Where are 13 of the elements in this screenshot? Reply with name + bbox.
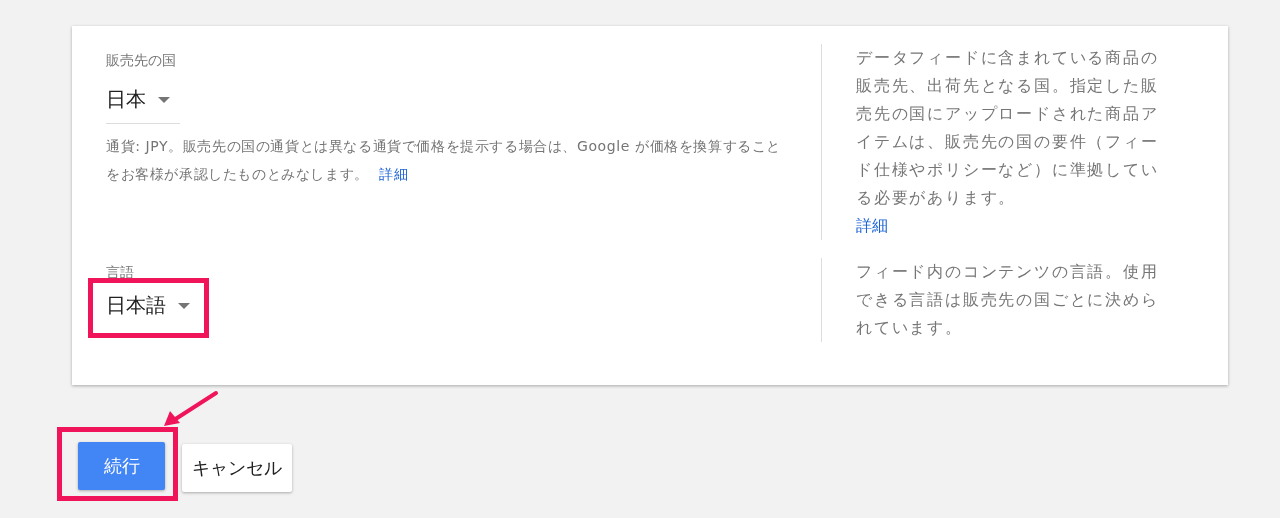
continue-button[interactable]: 続行 — [78, 442, 165, 490]
field-label: 言語 — [106, 263, 134, 282]
caret-icon — [178, 302, 190, 309]
description-text: フィード内のコンテンツの言語。使用できる言語は販売先の国ごとに決められています。 — [856, 261, 1160, 339]
dropdown-select[interactable]: 日本 — [106, 82, 180, 124]
description-text: データフィードに含まれている商品の販売先、出荷先となる国。指定した販売先の国にアップロードされた商品アイテムは、販売先の国の要件（フィード仕様やポリシーなど）に準拠している必要があります。 — [856, 47, 1160, 209]
dropdown-select[interactable]: 日本語 — [106, 292, 190, 319]
help-text: 通貨: JPY。販売先の国の通貨とは異なる通貨で価格を提示する場合は、Google が価格を換算することをお客様が承認したものとみなします。 詳細 — [106, 137, 782, 184]
field-label: 販売先の国 — [106, 51, 176, 70]
cancel-button[interactable]: キャンセル — [182, 444, 292, 492]
details-link[interactable]: 詳細 — [378, 166, 409, 182]
details-link[interactable]: 詳細 — [856, 212, 888, 240]
caret-icon — [158, 96, 170, 103]
